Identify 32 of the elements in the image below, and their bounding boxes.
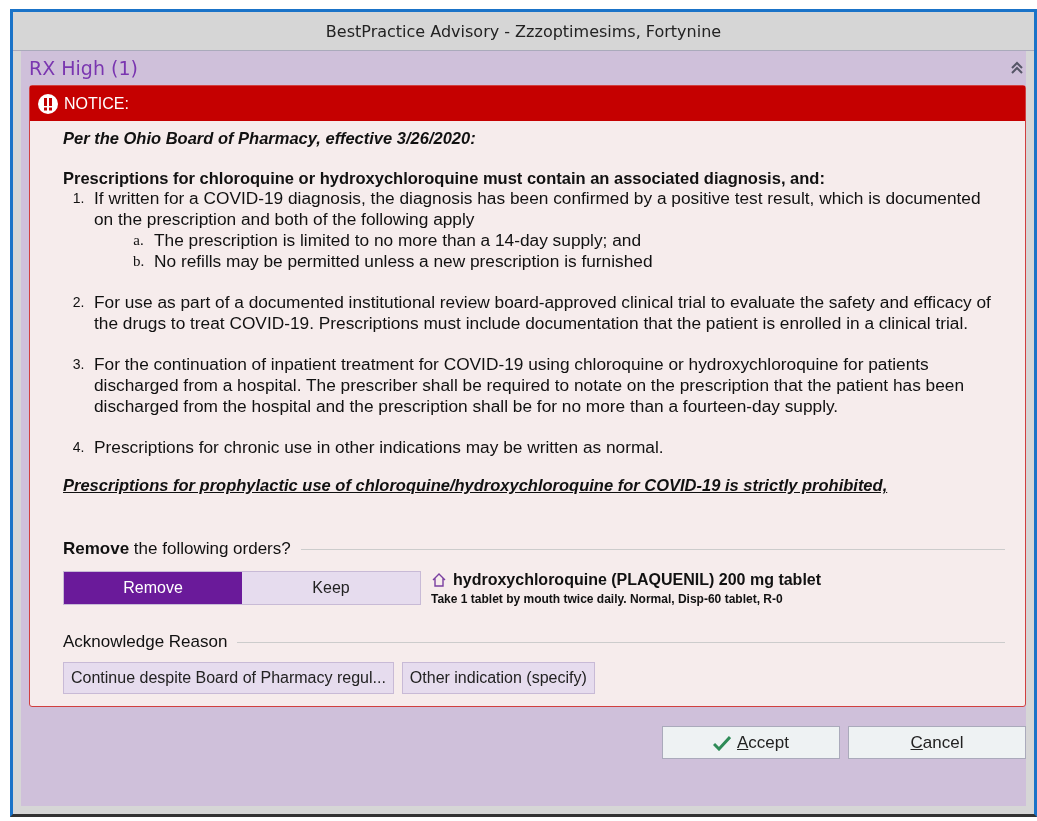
list-text: Prescriptions for chronic use in other indications may be written as normal. [94,437,665,458]
list-letter: b. [131,252,146,271]
window-title: BestPractice Advisory - Zzzoptimesims, Fortynine [325,21,722,41]
reason-button[interactable]: Continue despite Board of Pharmacy regul... [63,662,394,694]
collapse-icon[interactable] [1010,61,1024,75]
alert-icon [38,93,58,114]
list-number: 1. [71,189,86,208]
list-text: If written for a COVID-19 diagnosis, the diagnosis has been confirmed by a positive test result, which is documented on the prescription and both of the following apply [94,188,982,230]
home-icon [431,572,447,588]
list-text: For use as part of a documented institutional review board-approved clinical trial to evaluate the safety and efficacy of the drugs to treat COVID-19. Prescriptions must include documentation that the patient is enrolled in a clinical trial. [94,292,992,334]
list-text: The prescription is limited to no more than a 14-day supply; and [154,230,642,251]
notice-intro: Per the Ohio Board of Pharmacy, effective 3/26/2020: [63,129,477,148]
order-instructions: Take 1 tablet by mouth twice daily. Normal, Disp-60 tablet, R-0 [431,592,784,606]
list-text: No refills may be permitted unless a new prescription is furnished [154,251,654,272]
check-icon [713,734,731,751]
list-text: For the continuation of inpatient treatment for COVID-19 using chloroquine or hydroxychloroquine for patients discharged from a hospital. The prescriber shall be required to notate on the prescription that the patient has been discharged from the hospital and the prescription shall be for no more than a fourteen-day supply. [94,354,966,417]
warning-text: Prescriptions for prophylactic use of chloroquine/hydroxychloroquine for COVID-19 is strictly prohibited, [63,476,889,495]
acknowledge-heading: Acknowledge Reason [63,632,228,652]
remove-toggle[interactable]: Remove [64,572,242,604]
reason-button[interactable]: Other indication (specify) [401,662,595,694]
orders-heading: Remove the following orders? [63,539,291,559]
accept-button[interactable]: Accept [662,726,840,759]
order-name: hydroxychloroquine (PLAQUENIL) 200 mg tablet [453,571,822,589]
keep-toggle[interactable]: Keep [242,572,420,604]
notice-label: NOTICE: [64,94,129,113]
notice-heading: Prescriptions for chloroquine or hydroxychloroquine must contain an associated diagnosis, and: [63,169,826,188]
list-number: 4. [71,438,86,457]
list-letter: a. [132,231,145,250]
list-number: 2. [71,293,86,312]
list-number: 3. [71,355,86,374]
cancel-button[interactable]: Cancel [848,726,1026,759]
section-title: RX High (1) [29,57,138,79]
